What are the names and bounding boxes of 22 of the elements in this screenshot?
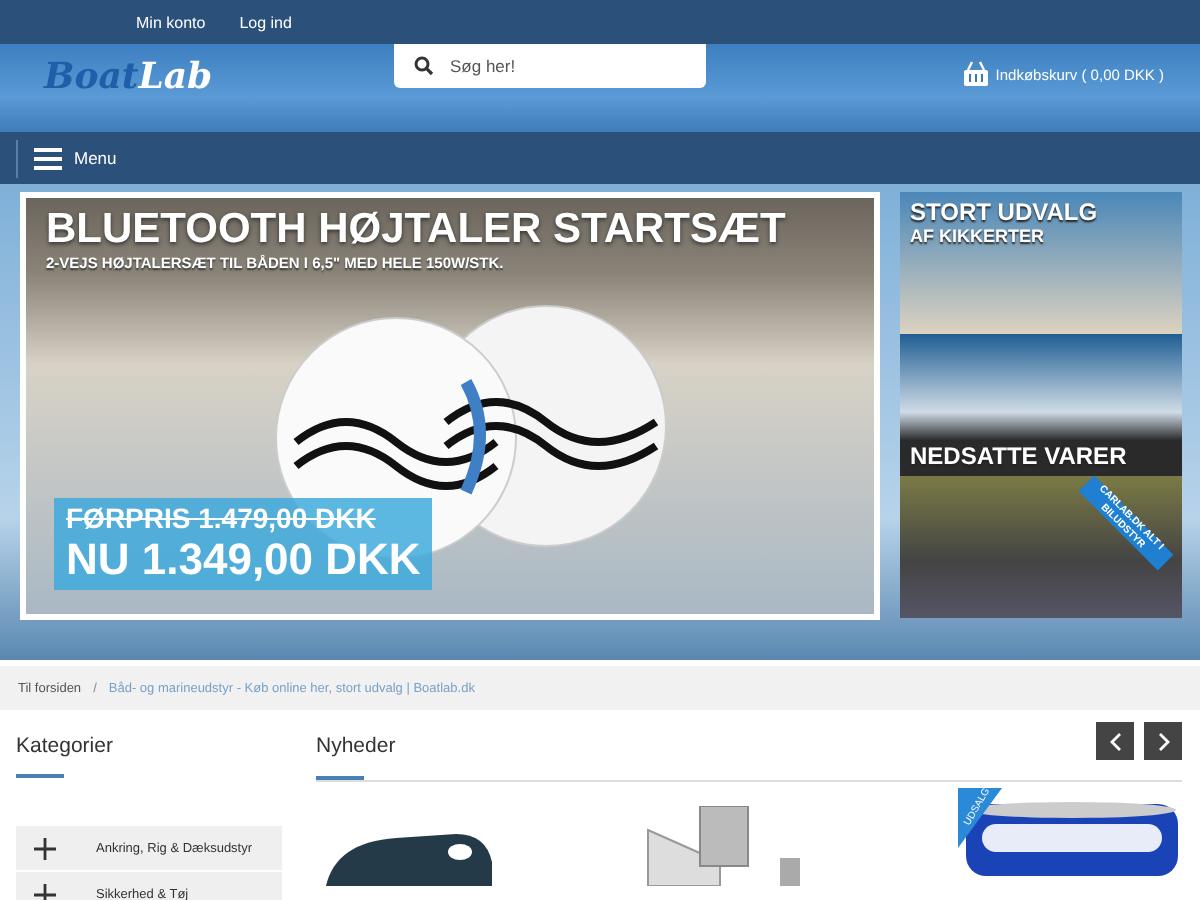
section-heading: Kategorier bbox=[16, 734, 115, 758]
next-button[interactable] bbox=[1144, 722, 1182, 760]
boat-banner[interactable]: NEDSATTE VARER bbox=[900, 334, 1182, 476]
section-heading: Nyheder bbox=[316, 734, 396, 758]
sale-price: NU 1.349,00 DKK bbox=[66, 534, 421, 586]
previous-button[interactable] bbox=[1096, 722, 1134, 760]
top-link[interactable]: Log ind bbox=[239, 13, 292, 31]
top-link[interactable]: Min konto bbox=[136, 13, 206, 31]
chevron-right-icon bbox=[1155, 731, 1171, 751]
old-price: FØRPRIS 1.479,00 DKK bbox=[66, 502, 378, 534]
search-field[interactable]: Søg her! bbox=[394, 44, 706, 88]
banner-title: BLUETOOTH HØJTALER STARTSÆT bbox=[46, 206, 788, 254]
chevron-left-icon bbox=[1107, 731, 1123, 751]
banner-title: STORT UDVALG bbox=[910, 198, 1100, 226]
search-icon bbox=[414, 56, 434, 76]
plus-icon bbox=[34, 837, 56, 859]
menu-icon bbox=[34, 147, 62, 169]
banner-title: NEDSATTE VARER bbox=[910, 442, 1129, 470]
menu-button[interactable]: Menu bbox=[16, 139, 133, 177]
basket-icon[interactable] bbox=[961, 60, 990, 88]
plus-icon bbox=[34, 883, 56, 900]
banner-subtitle: AF KIKKERTER bbox=[910, 226, 1046, 246]
